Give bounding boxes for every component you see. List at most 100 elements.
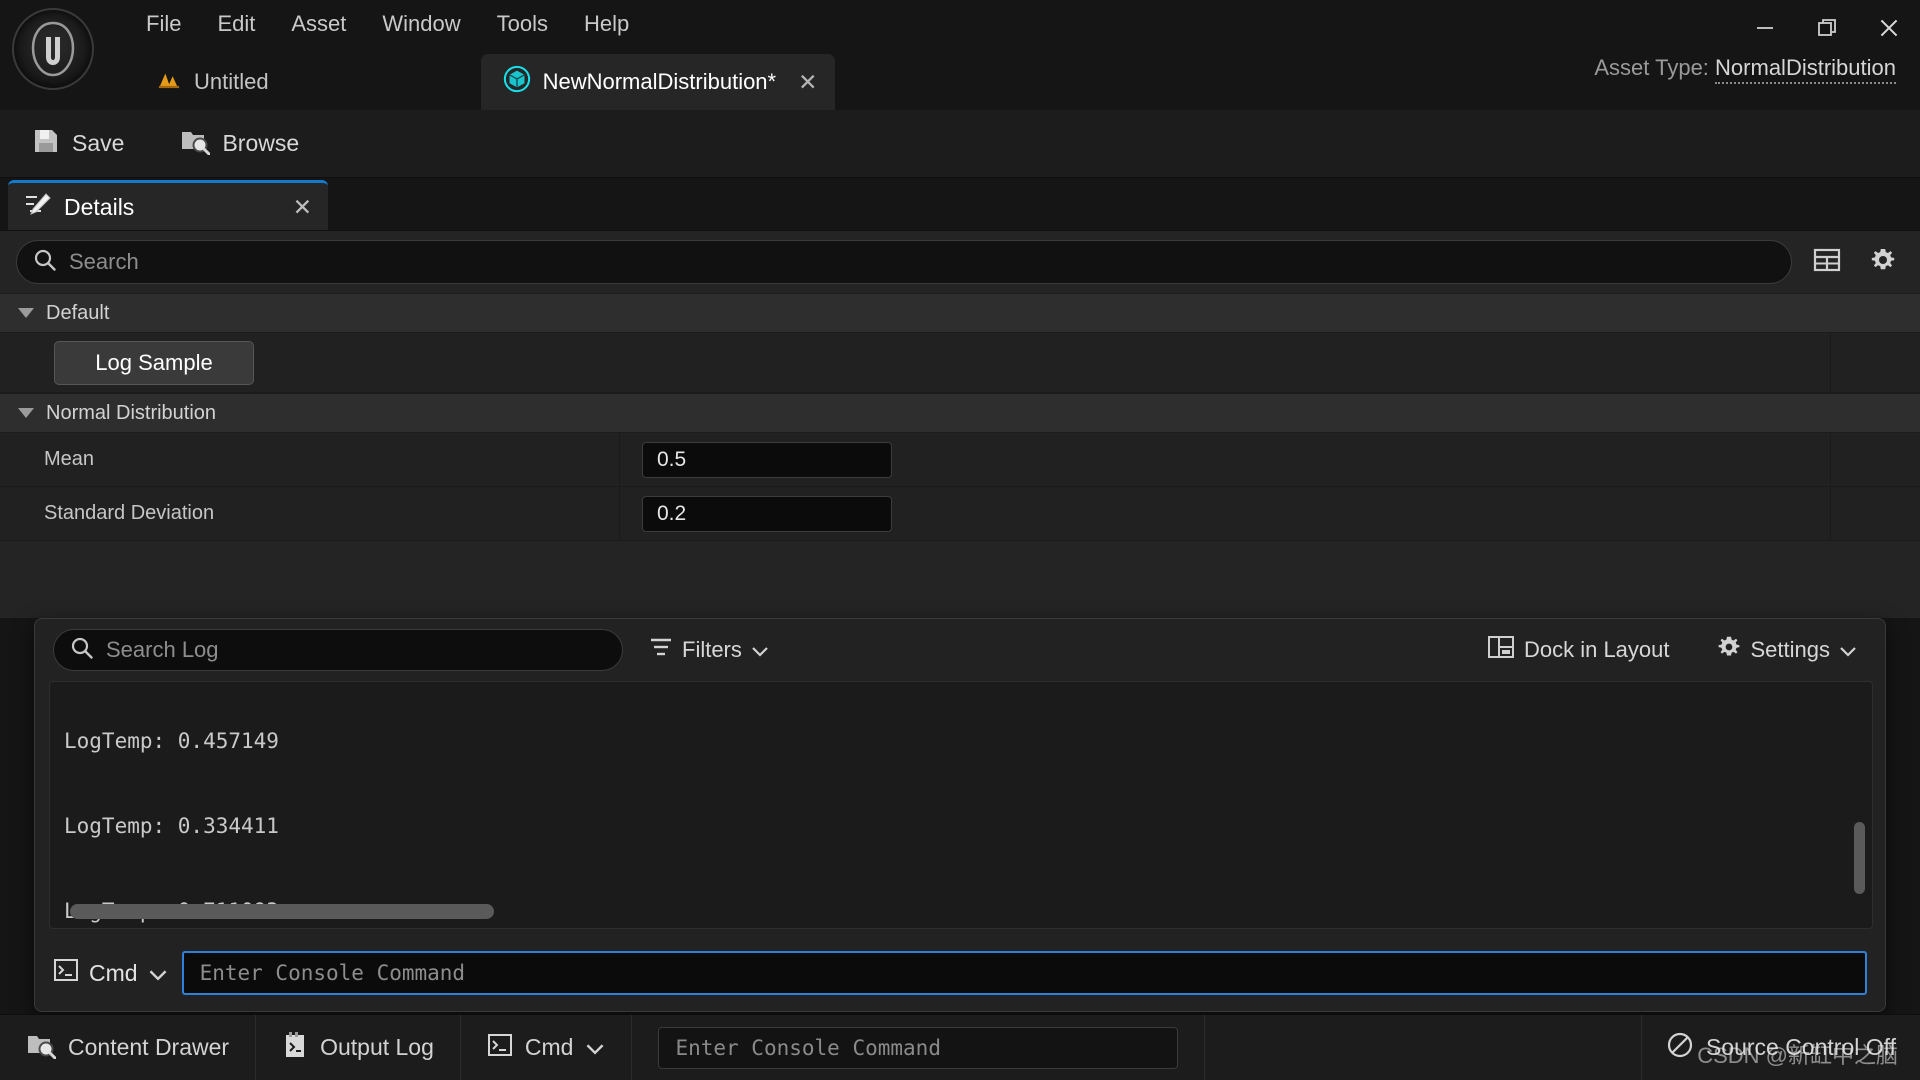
- details-search-input[interactable]: Search: [16, 240, 1792, 284]
- property-mean-value-cell: 0.5: [620, 433, 1920, 486]
- log-horizontal-scrollbar[interactable]: [70, 904, 494, 919]
- menu-item-asset[interactable]: Asset: [273, 0, 364, 48]
- table-columns-icon: [1813, 247, 1841, 278]
- log-filters-label: Filters: [682, 637, 742, 662]
- standard-deviation-input[interactable]: 0.2: [642, 495, 892, 532]
- status-cmd-label: Cmd: [524, 1034, 574, 1060]
- unreal-engine-logo-icon[interactable]: [12, 8, 94, 90]
- mean-input[interactable]: 0.5: [642, 441, 892, 478]
- details-tab-strip: Details ✕: [0, 178, 1920, 234]
- category-normal-distribution-label: Normal Distribution: [46, 401, 217, 424]
- unreal-editor-window: File Edit Asset Window Tools Help Asset …: [0, 0, 1920, 1080]
- minimize-button[interactable]: [1734, 0, 1796, 56]
- search-icon: [70, 636, 94, 665]
- row-right-column: [1830, 433, 1920, 486]
- column-layout-button[interactable]: [1806, 241, 1848, 283]
- level-icon: [156, 68, 182, 96]
- menu-item-help[interactable]: Help: [566, 0, 647, 48]
- restore-button[interactable]: [1796, 0, 1858, 56]
- details-settings-button[interactable]: [1862, 241, 1904, 283]
- property-mean-label: Mean: [0, 433, 620, 486]
- status-console-command-cell: Enter Console Command: [632, 1015, 1206, 1080]
- details-search-row: Search: [0, 231, 1920, 293]
- gear-icon: [1716, 634, 1742, 666]
- dock-layout-icon: [1487, 634, 1515, 666]
- log-sample-row: Log Sample: [0, 333, 1920, 393]
- status-bar-spacer: [1205, 1015, 1642, 1080]
- output-log-view[interactable]: LogTemp: 0.457149 LogTemp: 0.334411 LogT…: [49, 681, 1873, 929]
- menu-item-edit[interactable]: Edit: [199, 0, 273, 48]
- source-control-off-icon: [1666, 1031, 1694, 1065]
- cube-icon: [503, 65, 531, 99]
- asset-type-info: Asset Type: NormalDistribution: [1594, 55, 1896, 84]
- tab-newnormaldistribution[interactable]: NewNormalDistribution* ✕: [480, 54, 836, 110]
- chevron-down-icon: [18, 408, 34, 418]
- save-label: Save: [72, 130, 125, 156]
- asset-type-label: Asset Type:: [1594, 55, 1709, 80]
- status-bar: Content Drawer Output Log Cmd Enter Cons…: [0, 1014, 1920, 1080]
- output-log-icon: [282, 1031, 308, 1065]
- content-drawer-button[interactable]: Content Drawer: [0, 1015, 257, 1080]
- log-cmd-selector[interactable]: Cmd: [53, 958, 168, 988]
- log-line: LogTemp: 0.457149: [64, 728, 279, 753]
- menu-bar: File Edit Asset Window Tools Help: [128, 0, 647, 48]
- asset-type-value[interactable]: NormalDistribution: [1715, 55, 1896, 84]
- output-log-button[interactable]: Output Log: [256, 1015, 461, 1080]
- output-log-toolbar-right: Dock in Layout Settings: [1477, 628, 1867, 672]
- browse-icon: [180, 127, 211, 161]
- log-cmd-label: Cmd: [89, 959, 138, 986]
- source-control-label: Source Control Off: [1705, 1034, 1896, 1060]
- asset-editor-toolbar: Save Browse: [0, 110, 1920, 178]
- close-icon: [1876, 15, 1902, 41]
- output-log-command-row: Cmd Enter Console Command: [35, 935, 1885, 1011]
- filter-icon: [649, 636, 673, 664]
- category-header-default[interactable]: Default: [0, 293, 1920, 333]
- status-cmd-selector[interactable]: Cmd: [461, 1015, 633, 1080]
- minimize-icon: [1753, 16, 1777, 40]
- output-log-toolbar: Search Log Filters Dock in Layout Settin…: [35, 619, 1885, 681]
- row-right-column: [1830, 487, 1920, 540]
- browse-button[interactable]: Browse: [172, 121, 307, 167]
- log-line: LogTemp: 0.334411: [64, 814, 279, 839]
- details-tab-label: Details: [64, 194, 135, 220]
- details-search-placeholder: Search: [69, 249, 139, 274]
- source-control-button[interactable]: Source Control Off: [1642, 1031, 1920, 1065]
- log-settings-label: Settings: [1750, 637, 1831, 662]
- dock-in-layout-label: Dock in Layout: [1523, 637, 1670, 662]
- search-icon: [33, 248, 57, 277]
- log-search-placeholder: Search Log: [106, 637, 219, 662]
- log-settings-button[interactable]: Settings: [1706, 628, 1868, 672]
- log-filters-button[interactable]: Filters: [639, 630, 779, 670]
- chevron-down-icon: [585, 1034, 605, 1061]
- content-drawer-label: Content Drawer: [68, 1034, 230, 1060]
- gear-icon: [1869, 246, 1897, 279]
- menu-item-window[interactable]: Window: [364, 0, 478, 48]
- status-console-command-input[interactable]: Enter Console Command: [658, 1026, 1179, 1069]
- dock-in-layout-button[interactable]: Dock in Layout: [1477, 628, 1680, 672]
- category-header-normal-distribution[interactable]: Normal Distribution: [0, 393, 1920, 433]
- tab-untitled[interactable]: Untitled: [128, 54, 291, 110]
- save-button[interactable]: Save: [24, 121, 132, 167]
- menu-item-file[interactable]: File: [128, 0, 199, 48]
- details-tab-close-icon[interactable]: ✕: [293, 194, 312, 221]
- log-search-input[interactable]: Search Log: [53, 629, 623, 671]
- output-log-lines: LogTemp: 0.457149 LogTemp: 0.334411 LogT…: [64, 682, 279, 928]
- save-icon: [32, 127, 60, 161]
- property-standard-deviation-value-cell: 0.2: [620, 487, 1920, 540]
- tab-close-icon[interactable]: ✕: [798, 70, 817, 94]
- log-console-command-input[interactable]: Enter Console Command: [181, 951, 1867, 995]
- browse-label: Browse: [222, 130, 300, 156]
- log-sample-button[interactable]: Log Sample: [54, 340, 254, 385]
- console-icon: [487, 1033, 513, 1063]
- menu-item-tools[interactable]: Tools: [479, 0, 566, 48]
- tab-untitled-label: Untitled: [194, 69, 269, 94]
- log-vertical-scrollbar[interactable]: [1854, 822, 1865, 894]
- row-right-column: [1830, 333, 1920, 392]
- tab-details[interactable]: Details ✕: [8, 180, 328, 232]
- close-button[interactable]: [1858, 0, 1920, 56]
- editor-tab-strip: Untitled NewNormalDistribution* ✕: [128, 48, 836, 110]
- property-standard-deviation-label: Standard Deviation: [0, 487, 620, 540]
- content-drawer-icon: [26, 1031, 57, 1065]
- restore-icon: [1815, 16, 1839, 40]
- property-row-standard-deviation: Standard Deviation 0.2: [0, 487, 1920, 541]
